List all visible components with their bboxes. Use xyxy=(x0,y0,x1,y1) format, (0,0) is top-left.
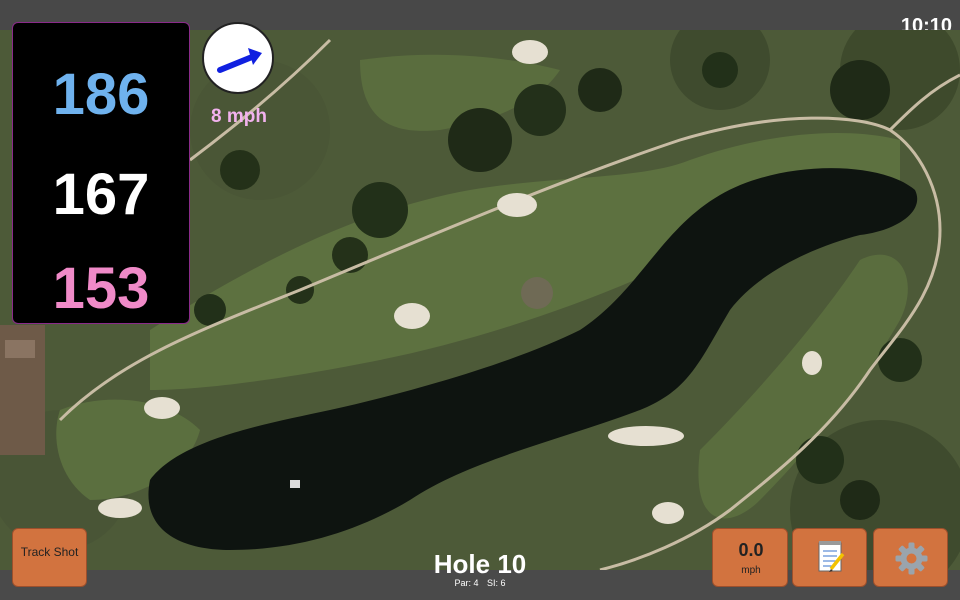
hole-info: Par: 4 SI: 6 xyxy=(380,578,580,588)
back-distance: 186 xyxy=(52,62,150,127)
hole-title: Hole 10 xyxy=(433,549,527,579)
arrow-icon xyxy=(217,48,262,73)
wind-direction-indicator xyxy=(202,22,274,94)
distance-panel: 186 167 153 xyxy=(12,22,190,324)
settings-button[interactable] xyxy=(873,528,948,587)
island-tree xyxy=(521,277,553,309)
hole-si: SI: 6 xyxy=(487,578,506,588)
track-shot-button[interactable]: Track Shot xyxy=(12,528,87,587)
notepad-icon xyxy=(818,541,845,572)
speed-button[interactable]: 0.0 mph xyxy=(712,528,788,587)
middle-distance: 167 xyxy=(52,162,150,227)
fountain xyxy=(290,480,300,488)
gear-icon xyxy=(895,542,928,575)
front-distance: 153 xyxy=(52,256,150,321)
speed-value: 0.0 xyxy=(738,540,764,560)
clubhouse xyxy=(0,325,45,455)
notes-button[interactable] xyxy=(792,528,867,587)
speed-unit: mph xyxy=(741,565,761,576)
wind-speed-label: 8 mph xyxy=(211,106,267,127)
hole-par: Par: 4 xyxy=(454,578,479,588)
